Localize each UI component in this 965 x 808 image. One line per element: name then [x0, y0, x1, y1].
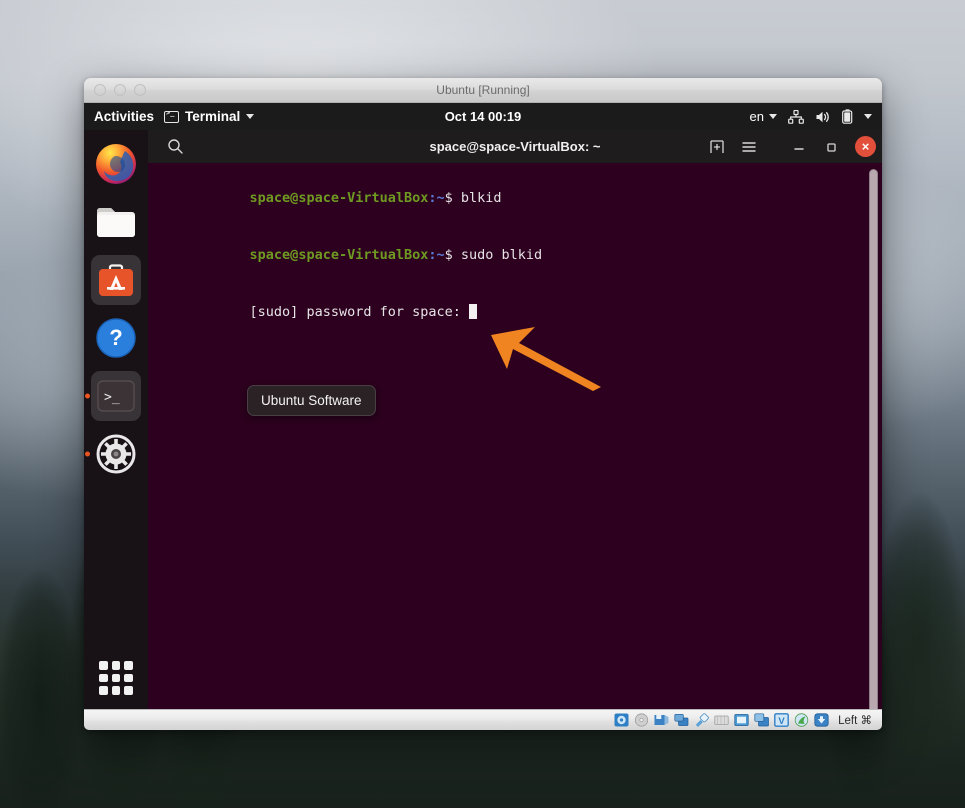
terminal-command: blkid [452, 190, 502, 206]
ubuntu-software-icon [99, 264, 133, 296]
sudo-password-prompt: [sudo] password for space: [249, 304, 469, 320]
desktop-wallpaper: Ubuntu [Running] Activities Terminal Oct… [0, 0, 965, 808]
dock-tooltip: Ubuntu Software [247, 385, 376, 416]
shared-folders-icon[interactable] [714, 713, 729, 727]
terminal-header-buttons: × [704, 134, 876, 160]
help-icon: ? [96, 318, 136, 358]
terminal-header[interactable]: space@space-VirtualBox: ~ × [148, 130, 882, 163]
terminal-scrollbar[interactable] [869, 169, 878, 709]
guest-screen: Activities Terminal Oct 14 00:19 en [84, 103, 882, 709]
virtualbox-window: Ubuntu [Running] Activities Terminal Oct… [84, 78, 882, 730]
terminal-line: space@space-VirtualBox:~$ blkid [152, 170, 882, 227]
mouse-integration-icon[interactable] [794, 713, 809, 727]
app-menu-button[interactable]: Terminal [164, 109, 255, 124]
terminal-app-icon: >_ [97, 380, 135, 412]
recording-icon[interactable] [754, 713, 769, 727]
prompt-user: space@space-VirtualBox [249, 247, 429, 263]
gnome-top-bar: Activities Terminal Oct 14 00:19 en [84, 103, 882, 130]
minimize-window-button[interactable] [114, 84, 126, 96]
window-controls[interactable] [84, 84, 146, 96]
chevron-down-icon[interactable] [864, 114, 872, 119]
battery-icon[interactable] [842, 109, 853, 124]
close-icon[interactable]: × [855, 136, 876, 157]
virtualbox-window-title: Ubuntu [Running] [436, 82, 530, 97]
activities-button[interactable]: Activities [84, 109, 164, 124]
chevron-down-icon [769, 114, 777, 119]
grid-dot [99, 661, 108, 670]
dock-item-files[interactable] [91, 197, 141, 247]
volume-icon[interactable] [815, 110, 831, 124]
folder-icon [97, 208, 135, 237]
terminal-output[interactable]: space@space-VirtualBox:~$ blkid space@sp… [148, 163, 882, 709]
show-applications-button[interactable] [99, 661, 133, 695]
running-indicator [85, 393, 90, 399]
grid-dot [124, 673, 133, 683]
grid-dot [124, 661, 133, 670]
usb-icon[interactable] [694, 713, 709, 727]
language-indicator[interactable]: en [750, 109, 777, 124]
dock-item-help[interactable]: ? [91, 313, 141, 363]
terminal-line: space@space-VirtualBox:~$ sudo blkid [152, 227, 882, 284]
app-menu-label: Terminal [185, 109, 241, 124]
language-label: en [749, 109, 764, 124]
gear-icon [96, 434, 136, 474]
terminal-icon [164, 109, 180, 123]
grid-dot [111, 673, 121, 683]
virtualization-icon[interactable]: V [774, 713, 790, 727]
grid-dot [99, 686, 108, 695]
virtualbox-titlebar[interactable]: Ubuntu [Running] [84, 78, 882, 103]
prompt-symbol: $ [444, 247, 453, 263]
system-tray: en [750, 109, 882, 124]
dock-item-settings[interactable] [85, 429, 141, 479]
dock: ? >_ [84, 130, 148, 709]
text-cursor [469, 304, 477, 319]
prompt-path: :~ [428, 247, 445, 263]
dock-item-firefox[interactable] [91, 139, 141, 189]
floppy-disk-icon[interactable] [654, 713, 669, 727]
terminal-command: sudo blkid [452, 247, 543, 263]
terminal-line: [sudo] password for space: [152, 284, 882, 341]
chevron-down-icon [246, 114, 255, 119]
new-tab-icon[interactable] [704, 134, 730, 160]
svg-text:V: V [778, 716, 785, 727]
dock-item-ubuntu-software[interactable] [91, 255, 141, 305]
prompt-path: :~ [428, 190, 445, 206]
keyboard-icon[interactable] [814, 713, 829, 727]
running-indicator [85, 451, 90, 457]
search-icon[interactable] [162, 134, 188, 160]
maximize-icon[interactable] [818, 134, 844, 160]
close-window-button[interactable] [94, 84, 106, 96]
prompt-symbol: $ [444, 190, 453, 206]
terminal-window: space@space-VirtualBox: ~ × space@space-… [148, 130, 882, 709]
optical-disk-icon[interactable] [634, 713, 649, 727]
grid-dot [111, 686, 121, 695]
svg-text:?: ? [109, 325, 122, 350]
grid-dot [111, 661, 121, 670]
prompt-user: space@space-VirtualBox [249, 190, 429, 206]
svg-text:>_: >_ [104, 390, 120, 405]
network-icon[interactable] [788, 109, 804, 124]
minimize-icon[interactable] [786, 134, 812, 160]
dock-item-terminal[interactable]: >_ [85, 371, 141, 421]
grid-dot [99, 673, 108, 683]
virtualbox-status-bar: V Left ⌘ [84, 709, 882, 730]
display-icon[interactable] [734, 713, 749, 727]
host-key-label: Left ⌘ [838, 715, 872, 727]
network-icon[interactable] [674, 713, 689, 727]
hard-disk-icon[interactable] [614, 713, 629, 727]
zoom-window-button[interactable] [134, 84, 146, 96]
grid-dot [124, 686, 133, 695]
firefox-icon [96, 144, 136, 184]
menu-icon[interactable] [736, 134, 762, 160]
